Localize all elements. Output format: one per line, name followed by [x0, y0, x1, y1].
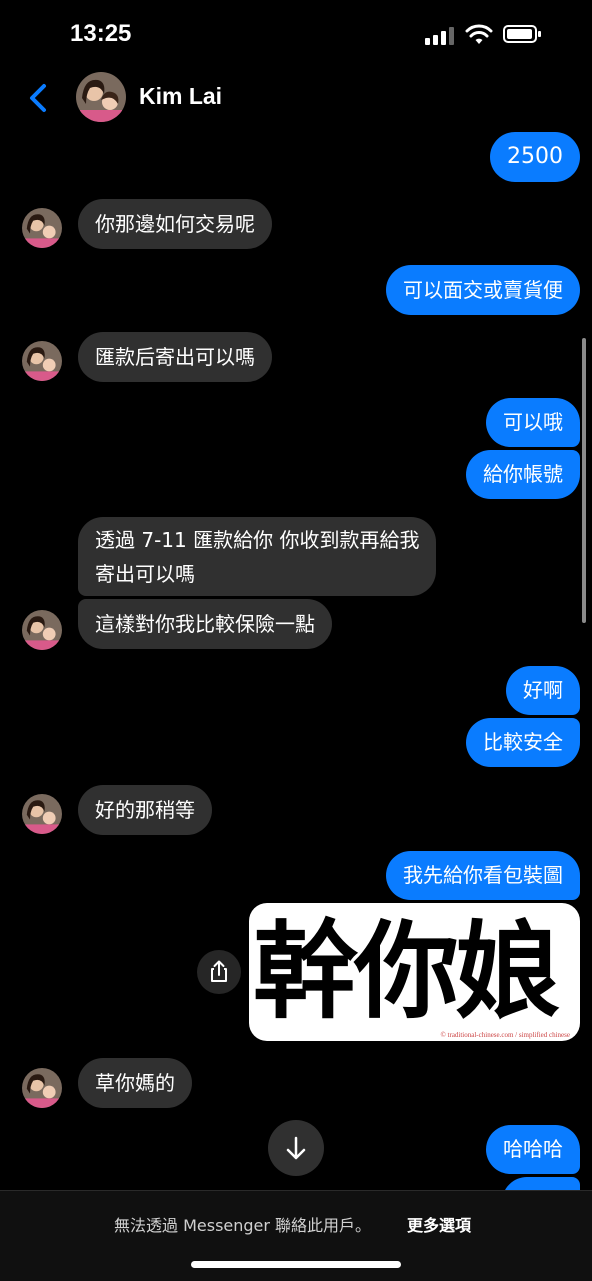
incoming-message[interactable]: 這樣對你我比較保險一點 [78, 599, 332, 649]
scrollbar[interactable] [582, 338, 586, 623]
share-icon [211, 960, 227, 982]
outgoing-message[interactable]: 給你帳號 [466, 450, 580, 499]
incoming-message[interactable]: 草你媽的 [78, 1058, 192, 1108]
image-message[interactable]: 幹你娘 © traditional-chinese.com / simplifi… [249, 903, 580, 1041]
contact-avatar-small[interactable] [22, 794, 62, 834]
wifi-icon [465, 24, 493, 44]
cellular-signal-icon [425, 27, 455, 45]
arrow-down-icon [286, 1136, 306, 1160]
incoming-message[interactable]: 透過 7-11 匯款給你 你收到款再給我 寄出可以嗎 [78, 517, 437, 596]
contact-avatar-small[interactable] [22, 1068, 62, 1108]
message-line: 透過 7-11 匯款給你 你收到款再給我 [95, 528, 420, 552]
contact-avatar-small[interactable] [22, 208, 62, 248]
home-indicator[interactable] [191, 1261, 401, 1268]
image-content-text: 幹你娘 [253, 909, 560, 1033]
incoming-message[interactable]: 你那邊如何交易呢 [78, 199, 272, 249]
share-button[interactable] [197, 950, 241, 994]
outgoing-message[interactable]: 2500 [490, 132, 580, 182]
cannot-contact-notice: 無法透過 Messenger 聯絡此用戶。 [114, 1216, 372, 1235]
image-watermark: © traditional-chinese.com / simplified c… [440, 1031, 570, 1039]
outgoing-message[interactable]: 哈哈哈 [486, 1125, 580, 1174]
battery-icon [503, 25, 541, 43]
outgoing-message[interactable]: 好啊 [506, 666, 580, 715]
incoming-message[interactable]: 匯款后寄出可以嗎 [78, 332, 272, 382]
scroll-to-bottom-button[interactable] [268, 1120, 324, 1176]
outgoing-message[interactable]: 比較安全 [466, 718, 580, 767]
status-bar: 13:25 [0, 0, 592, 70]
status-time: 13:25 [70, 20, 132, 47]
more-options-link[interactable]: 更多選項 [407, 1212, 471, 1236]
contact-avatar-small[interactable] [22, 610, 62, 650]
contact-avatar-small[interactable] [22, 341, 62, 381]
outgoing-message[interactable]: 我先給你看包裝圖 [386, 851, 580, 900]
outgoing-message[interactable]: 可以面交或賣貨便 [386, 265, 580, 315]
contact-avatar[interactable] [76, 72, 126, 122]
message-line: 寄出可以嗎 [95, 562, 195, 586]
chat-header: Kim Lai [0, 70, 592, 126]
outgoing-message[interactable]: 可以哦 [486, 398, 580, 447]
back-chevron-icon[interactable] [22, 78, 56, 118]
incoming-message[interactable]: 好的那稍等 [78, 785, 212, 835]
contact-name[interactable]: Kim Lai [139, 83, 222, 110]
